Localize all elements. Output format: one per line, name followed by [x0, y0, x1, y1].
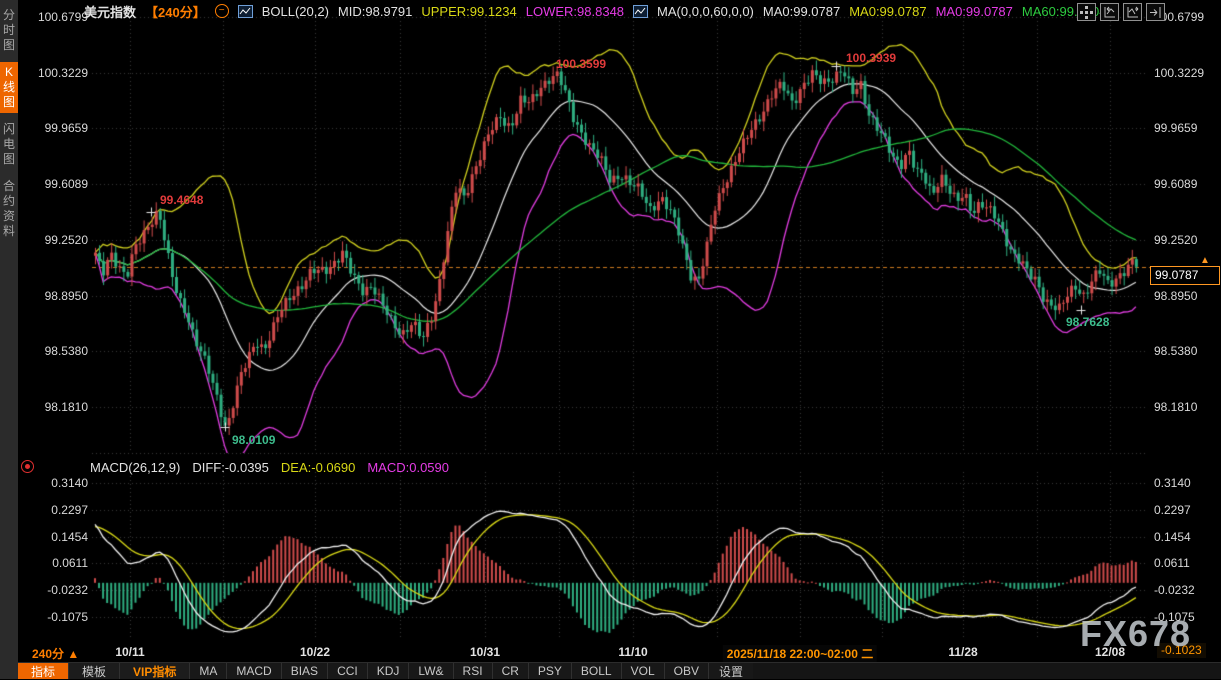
indicator-target-icon[interactable]	[21, 460, 34, 473]
price-annotation: 99.4648	[160, 193, 203, 207]
toolbar-indicator-lw[interactable]: LW&	[409, 663, 453, 679]
ma0-white-value: MA0:99.0787	[763, 4, 840, 19]
boll-label: BOLL(20,2)	[262, 4, 329, 19]
ma0-yellow-value: MA0:99.0787	[849, 4, 926, 19]
ma0-magenta-value: MA0:99.0787	[936, 4, 1013, 19]
sidebar-tab-3[interactable]: 闪电图	[0, 119, 18, 170]
macd-y-label-left: -0.1075	[30, 610, 88, 624]
main-y-label-right: 100.3229	[1154, 66, 1204, 80]
scale-left-icon[interactable]	[1100, 3, 1119, 21]
xaxis-date-label: 10/22	[300, 645, 330, 659]
toolbar-indicator-boll[interactable]: BOLL	[572, 663, 622, 679]
price-annotation: 98.0109	[232, 433, 275, 447]
main-y-label-left: 99.6089	[30, 177, 88, 191]
toolbar-indicator-psy[interactable]: PSY	[529, 663, 572, 679]
chart-header: 美元指数 【240分】 − BOLL(20,2) MID:98.9791 UPP…	[84, 3, 1106, 19]
main-y-label-right: 99.2520	[1154, 233, 1197, 247]
main-y-label-left: 98.8950	[30, 289, 88, 303]
macd-y-label-left: 0.2297	[30, 503, 88, 517]
boll-lower-value: LOWER:98.8348	[526, 4, 624, 19]
toolbar-indicator-kdj[interactable]: KDJ	[368, 663, 410, 679]
macd-y-label-left: 0.1454	[30, 530, 88, 544]
macd-label: MACD(26,12,9)	[90, 460, 180, 475]
toolbar-indicator-bias[interactable]: BIAS	[282, 663, 328, 679]
price-annotation: 100.3599	[556, 57, 606, 71]
xaxis-date-label: 10/31	[470, 645, 500, 659]
boll-upper-value: UPPER:99.1234	[421, 4, 516, 19]
xaxis-date-label: 11/10	[618, 645, 647, 659]
toolbar-tab-templates[interactable]: 模板	[69, 663, 120, 679]
main-y-label-right: 98.5380	[1154, 344, 1197, 358]
jump-latest-icon[interactable]	[1146, 3, 1165, 21]
toolbar-indicator-vol[interactable]: VOL	[622, 663, 665, 679]
toolbar-indicator-macd[interactable]: MACD	[227, 663, 281, 679]
price-annotation: 98.7628	[1066, 315, 1109, 329]
watermark: FX678	[1080, 613, 1191, 655]
period-short: 240分	[32, 647, 64, 661]
toolbar-indicator-rsi[interactable]: RSI	[454, 663, 493, 679]
toolbar-tab-indicators[interactable]: 指标	[18, 663, 69, 679]
period-label: 【240分】	[145, 2, 206, 21]
xaxis-selected-range-label: 2025/11/18 22:00~02:00 二	[723, 645, 877, 662]
main-y-label-left: 98.5380	[30, 344, 88, 358]
main-y-label-left: 99.9659	[30, 121, 88, 135]
sidebar-tab-2[interactable]: K线图	[0, 62, 18, 113]
main-y-label-right: 98.1810	[1154, 400, 1197, 414]
sidebar-tab-4[interactable]: 合约资料	[0, 176, 18, 242]
main-y-label-left: 100.3229	[30, 66, 88, 80]
chart-canvas[interactable]	[0, 0, 1221, 679]
macd-macd-value: MACD:0.0590	[367, 460, 449, 475]
current-price-tag: 99.0787	[1150, 266, 1220, 285]
macd-y-label-left: -0.0232	[30, 583, 88, 597]
macd-y-label-left: 0.0611	[30, 556, 88, 570]
boll-mid-value: MID:98.9791	[338, 4, 412, 19]
toolbar-indicator-cr[interactable]: CR	[493, 663, 529, 679]
xaxis-period-label[interactable]: 240分 ▲	[32, 645, 79, 662]
price-annotation: 100.3939	[846, 51, 896, 65]
chart-toolbar-icons	[1077, 3, 1165, 21]
main-y-label-right: 98.8950	[1154, 289, 1197, 303]
macd-y-label-right: 0.3140	[1154, 476, 1191, 490]
app-root: 分时图 K线图闪电图合约资料 美元指数 【240分】 − BOLL(20,2) M…	[0, 0, 1221, 679]
toolbar-indicator-obv[interactable]: OBV	[665, 663, 709, 679]
scale-right-icon[interactable]	[1123, 3, 1142, 21]
main-y-label-right: 99.9659	[1154, 121, 1197, 135]
ma-label: MA(0,0,0,60,0,0)	[657, 4, 754, 19]
bottom-toolbar: 指标模板VIP指标MAMACDBIASCCIKDJLW&RSICRPSYBOLL…	[18, 662, 1221, 679]
macd-y-label-right: -0.0232	[1154, 583, 1195, 597]
xaxis-date-label: 11/28	[948, 645, 977, 659]
collapse-icon[interactable]: −	[215, 4, 229, 18]
macd-diff-value: DIFF:-0.0395	[192, 460, 269, 475]
macd-y-label-right: 0.1454	[1154, 530, 1191, 544]
price-up-arrow-icon: ▲	[1200, 255, 1210, 266]
indicator-chart-icon[interactable]	[238, 5, 253, 18]
toolbar-settings-button[interactable]: 设置	[709, 663, 753, 679]
macd-y-label-right: 0.2297	[1154, 503, 1191, 517]
macd-y-label-right: 0.0611	[1154, 556, 1190, 570]
symbol-name: 美元指数	[84, 2, 136, 21]
main-y-label-left: 99.2520	[30, 233, 88, 247]
toolbar-indicator-cci[interactable]: CCI	[328, 663, 368, 679]
macd-header: MACD(26,12,9) DIFF:-0.0395 DEA:-0.0690 M…	[90, 460, 449, 475]
sidebar-tab-1[interactable]: 分时图	[0, 5, 18, 56]
macd-y-label-left: 0.3140	[30, 476, 88, 490]
macd-dea-value: DEA:-0.0690	[281, 460, 355, 475]
move-chart-icon[interactable]	[1077, 3, 1096, 21]
toolbar-indicator-ma[interactable]: MA	[190, 663, 227, 679]
toolbar-vip-indicators[interactable]: VIP指标	[120, 663, 190, 679]
main-y-label-left: 98.1810	[30, 400, 88, 414]
left-sidebar: 分时图 K线图闪电图合约资料	[0, 0, 18, 679]
main-y-label-left: 100.6799	[30, 10, 88, 24]
xaxis-date-label: 10/11	[115, 645, 144, 659]
indicator-chart-icon[interactable]	[633, 5, 648, 18]
period-dropdown-arrow-icon: ▲	[67, 647, 79, 661]
main-y-label-right: 99.6089	[1154, 177, 1197, 191]
